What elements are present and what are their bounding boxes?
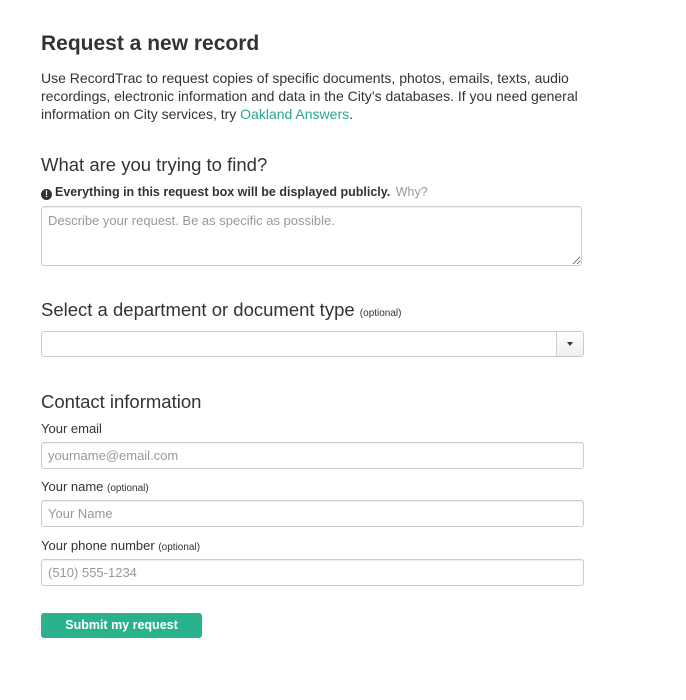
phone-field[interactable] [41,559,584,586]
phone-label: Your phone number (optional) [41,538,200,556]
submit-request-button[interactable]: Submit my request [41,613,202,638]
contact-section-heading: Contact information [41,391,202,412]
department-optional-label: (optional) [359,308,402,319]
department-select[interactable] [41,331,584,357]
email-field[interactable] [41,442,584,469]
public-warning: ! Everything in this request box will be … [41,184,428,200]
phone-label-text: Your phone number [41,538,155,553]
email-label: Your email [41,421,102,436]
name-optional-label: (optional) [107,483,149,494]
name-label: Your name (optional) [41,479,149,497]
department-section-heading: Select a department or document type (op… [41,299,402,325]
department-select-toggle[interactable] [556,332,583,356]
page-title: Request a new record [41,32,260,55]
department-heading-text: Select a department or document type [41,299,355,320]
public-warning-text: Everything in this request box will be d… [55,185,391,199]
find-section-heading: What are you trying to find? [41,154,268,175]
name-label-text: Your name [41,479,104,494]
exclamation-circle-icon: ! [41,189,52,200]
phone-optional-label: (optional) [158,542,201,553]
intro-paragraph: Use RecordTrac to request copies of spec… [41,69,586,123]
caret-down-icon [567,342,573,346]
request-description-textarea[interactable] [41,206,582,266]
oakland-answers-link[interactable]: Oakland Answers [240,106,349,122]
why-link[interactable]: Why? [396,185,428,199]
intro-trailing: . [349,106,354,122]
name-field[interactable] [41,500,584,527]
